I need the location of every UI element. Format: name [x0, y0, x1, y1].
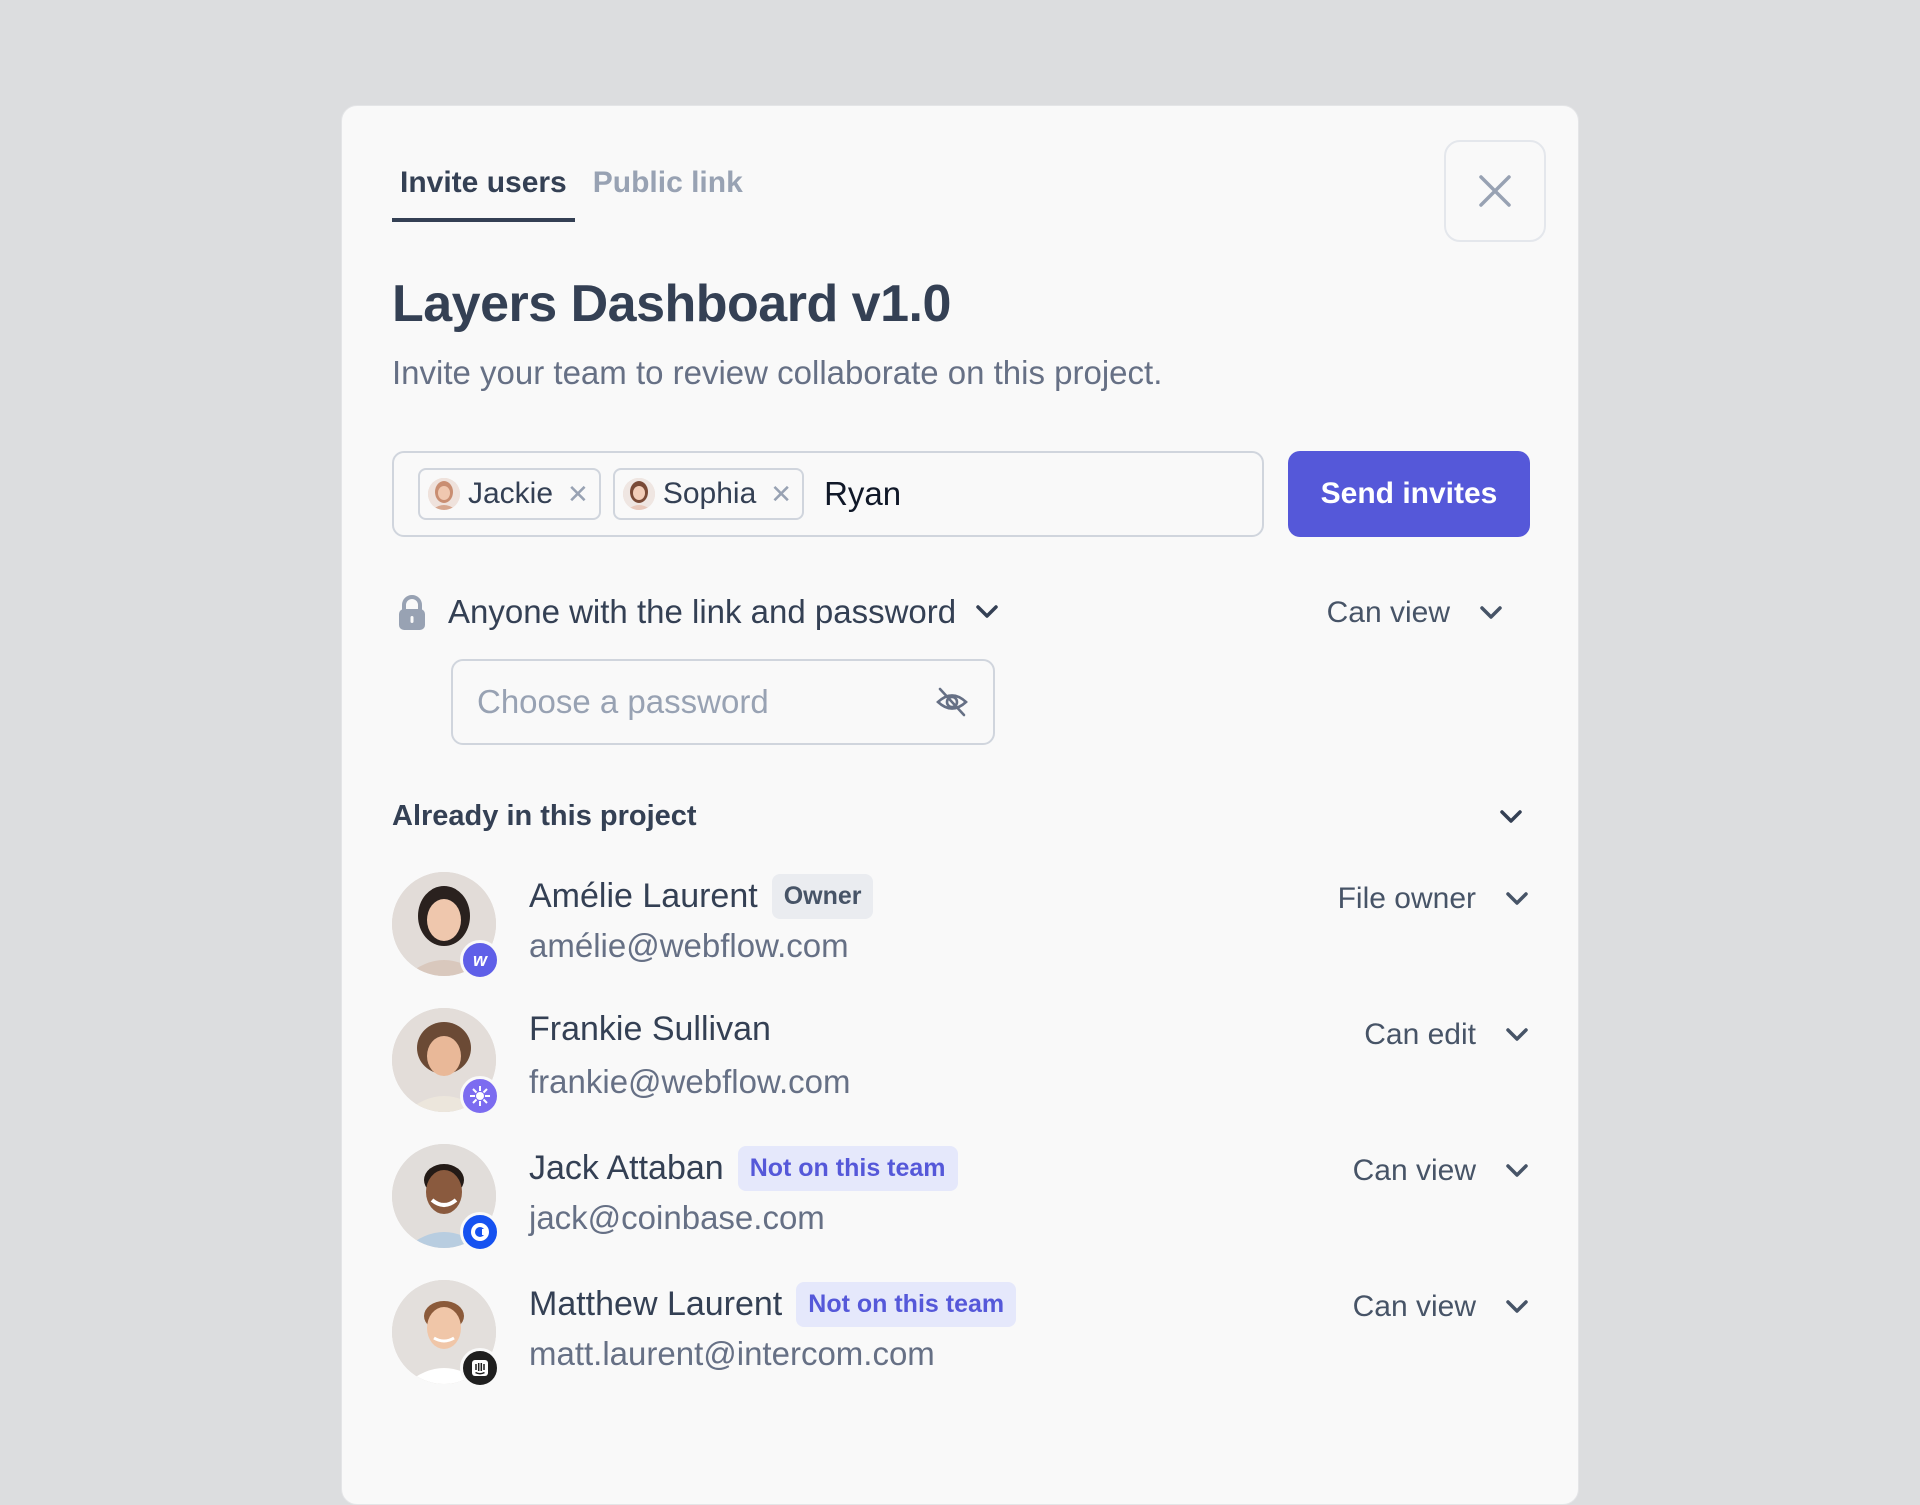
invite-modal: Invite users Public link Layers Dashboar… — [341, 105, 1579, 1505]
password-field[interactable] — [451, 659, 995, 745]
list-item: Frankie Sullivan frankie@webflow.com Can… — [392, 1008, 1532, 1116]
close-icon — [1479, 175, 1511, 207]
avatar — [392, 1280, 500, 1388]
chevron-down-icon — [1506, 1300, 1528, 1313]
member-email: matt.laurent@intercom.com — [529, 1335, 935, 1372]
invite-input[interactable]: Jackie ✕ Sophia ✕ Ryan — [392, 451, 1264, 537]
member-email: amélie@webflow.com — [529, 927, 849, 964]
eye-off-icon[interactable] — [935, 685, 969, 719]
member-name: Matthew Laurent — [529, 1285, 783, 1323]
member-name: Jack Attaban — [529, 1149, 724, 1187]
avatar — [392, 1144, 500, 1252]
external-badge: Not on this team — [737, 1146, 958, 1191]
invite-chip-jackie: Jackie ✕ — [418, 468, 601, 520]
invite-typed-text[interactable]: Ryan — [824, 475, 901, 513]
member-name-row: Matthew Laurent Not on this team — [529, 1282, 1017, 1327]
remove-chip-icon[interactable]: ✕ — [770, 479, 792, 510]
chip-label: Jackie — [468, 477, 554, 510]
member-name-row: Frankie Sullivan — [529, 1010, 771, 1049]
avatar: w — [392, 872, 500, 980]
avatar — [622, 478, 655, 510]
member-name: Frankie Sullivan — [529, 1010, 771, 1048]
chevron-down-icon[interactable] — [1496, 802, 1526, 832]
permission-label: Can view — [1326, 596, 1450, 629]
link-access-label[interactable]: Anyone with the link and password — [448, 593, 956, 631]
tab-public-link[interactable]: Public link — [585, 158, 751, 222]
member-permission-dropdown[interactable]: Can edit — [1364, 1018, 1532, 1052]
external-badge: Not on this team — [796, 1282, 1017, 1327]
member-permission-dropdown[interactable]: File owner — [1338, 882, 1532, 916]
members-section-header[interactable]: Already in this project — [392, 800, 1532, 833]
permission-label: Can view — [1352, 1290, 1476, 1323]
avatar — [392, 1008, 500, 1116]
chevron-down-icon — [1506, 892, 1528, 905]
list-item: Matthew Laurent Not on this team matt.la… — [392, 1280, 1532, 1388]
page-subtitle: Invite your team to review collaborate o… — [392, 354, 1163, 391]
webflow-logo-icon: w — [460, 940, 500, 980]
chip-label: Sophia — [662, 477, 757, 510]
tab-bar: Invite users Public link — [392, 158, 751, 222]
invite-chip-sophia: Sophia ✕ — [612, 468, 805, 520]
member-name-row: Amélie Laurent Owner — [529, 874, 874, 919]
coinbase-logo-icon — [460, 1212, 500, 1252]
list-item: w Amélie Laurent Owner amélie@webflow.co… — [392, 872, 1532, 980]
link-permission-dropdown[interactable]: Can view — [1327, 596, 1506, 630]
intercom-logo-icon — [460, 1348, 500, 1388]
send-invites-button[interactable]: Send invites — [1288, 451, 1530, 537]
members-section-title: Already in this project — [392, 800, 697, 832]
chevron-down-icon — [1480, 606, 1502, 619]
permission-label: File owner — [1337, 882, 1476, 915]
remove-chip-icon[interactable]: ✕ — [567, 479, 589, 510]
sunburst-logo-icon — [460, 1076, 500, 1116]
close-button[interactable] — [1444, 140, 1546, 242]
member-permission-dropdown[interactable]: Can view — [1353, 1154, 1532, 1188]
tab-invite-users[interactable]: Invite users — [392, 158, 575, 222]
avatar — [428, 478, 460, 510]
password-input[interactable] — [477, 683, 935, 721]
chevron-down-icon — [1506, 1028, 1528, 1041]
chevron-down-icon[interactable] — [972, 597, 1002, 627]
member-email: frankie@webflow.com — [529, 1063, 851, 1100]
page-title: Layers Dashboard v1.0 — [392, 275, 951, 333]
member-email: jack@coinbase.com — [529, 1199, 825, 1236]
member-name-row: Jack Attaban Not on this team — [529, 1146, 958, 1191]
permission-label: Can edit — [1364, 1018, 1476, 1051]
owner-badge: Owner — [771, 874, 874, 919]
lock-icon — [399, 595, 425, 630]
link-access-row: Anyone with the link and password — [392, 592, 1002, 632]
member-name: Amélie Laurent — [529, 877, 758, 915]
member-permission-dropdown[interactable]: Can view — [1353, 1290, 1532, 1324]
list-item: Jack Attaban Not on this team jack@coinb… — [392, 1144, 1532, 1252]
permission-label: Can view — [1352, 1154, 1476, 1187]
chevron-down-icon — [1506, 1164, 1528, 1177]
